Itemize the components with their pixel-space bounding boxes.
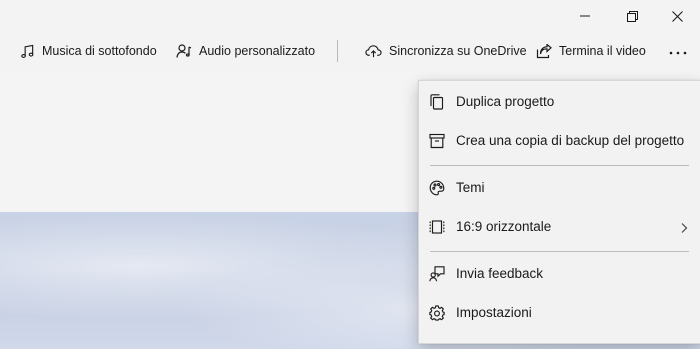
background-music-label: Musica di sottofondo: [42, 44, 157, 58]
finish-video-button[interactable]: Termina il video: [536, 32, 646, 70]
title-bar: [0, 0, 700, 32]
menu-item-label: Temi: [456, 180, 485, 195]
menu-item-aspect-ratio[interactable]: 16:9 orizzontale: [419, 208, 700, 246]
gear-icon: [429, 305, 445, 321]
toolbar: Musica di sottofondo Audio personalizzat…: [0, 32, 700, 70]
menu-item-label: Crea una copia di backup del progetto: [456, 133, 685, 148]
palette-icon: [429, 180, 445, 196]
chevron-right-icon: [678, 221, 690, 233]
restore-button[interactable]: [609, 0, 655, 32]
menu-item-label: 16:9 orizzontale: [456, 219, 552, 234]
sync-onedrive-label: Sincronizza su OneDrive: [389, 44, 527, 58]
feedback-icon: [429, 266, 445, 282]
close-icon: [671, 10, 683, 22]
menu-item-send-feedback[interactable]: Invia feedback: [419, 255, 700, 293]
menu-item-duplicate-project[interactable]: Duplica progetto: [419, 83, 700, 121]
more-icon: [669, 42, 687, 60]
minimize-button[interactable]: [562, 0, 608, 32]
copy-icon: [429, 94, 445, 110]
more-options-button[interactable]: [660, 32, 696, 70]
menu-item-settings[interactable]: Impostazioni: [419, 294, 700, 332]
menu-item-themes[interactable]: Temi: [419, 169, 700, 207]
music-note-icon: [20, 44, 35, 59]
restore-icon: [626, 10, 638, 22]
menu-item-label: Impostazioni: [456, 305, 532, 320]
cloud-upload-icon: [365, 44, 382, 58]
aspect-ratio-icon: [429, 219, 445, 235]
minimize-icon: [580, 11, 590, 21]
menu-item-label: Duplica progetto: [456, 94, 555, 109]
sync-onedrive-button[interactable]: Sincronizza su OneDrive: [365, 32, 527, 70]
person-audio-icon: [176, 43, 192, 59]
custom-audio-button[interactable]: Audio personalizzato: [176, 32, 315, 70]
close-button[interactable]: [654, 0, 700, 32]
menu-divider: [430, 251, 689, 252]
menu-item-backup-copy[interactable]: Crea una copia di backup del progetto: [419, 122, 700, 160]
menu-divider: [430, 165, 689, 166]
finish-video-label: Termina il video: [559, 44, 646, 58]
custom-audio-label: Audio personalizzato: [199, 44, 316, 58]
toolbar-divider: [337, 40, 338, 62]
menu-item-label: Invia feedback: [456, 266, 544, 281]
background-music-button[interactable]: Musica di sottofondo: [20, 32, 157, 70]
more-options-menu: Duplica progetto Crea una copia di backu…: [418, 80, 700, 344]
archive-icon: [429, 133, 445, 149]
share-icon: [536, 43, 552, 59]
